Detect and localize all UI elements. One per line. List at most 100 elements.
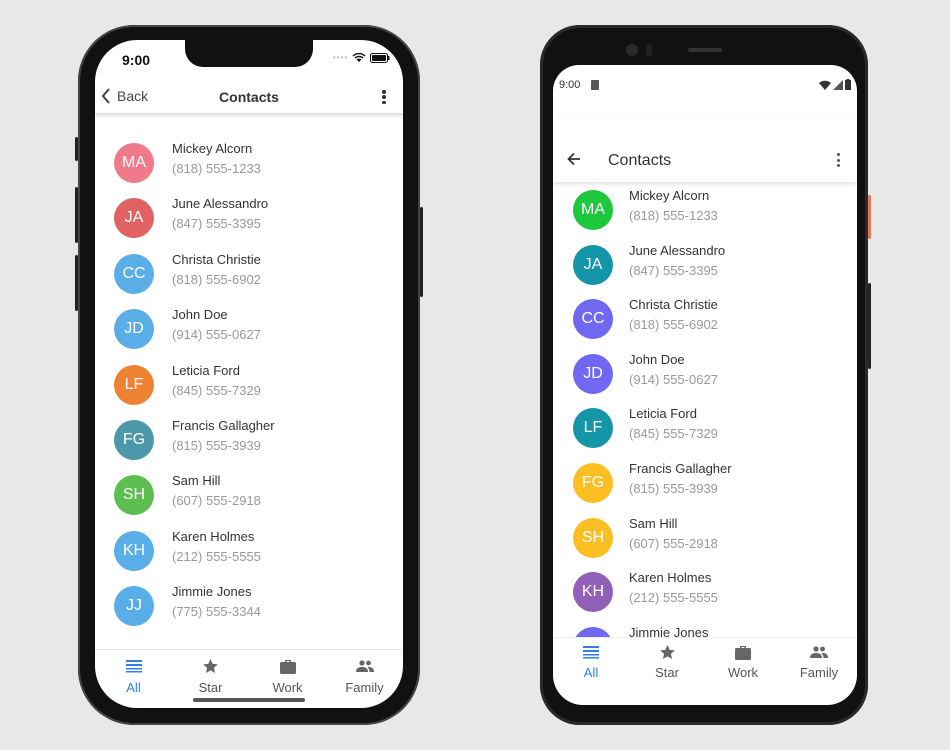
tab-work[interactable]: Work: [249, 658, 326, 695]
tab-label: Family: [799, 665, 839, 680]
list-icon: [583, 644, 599, 660]
contact-list: MA Mickey Alcorn (818) 555-1233 JA June A…: [553, 183, 857, 637]
contact-row[interactable]: JD John Doe (914) 555-0627: [553, 347, 857, 401]
people-icon: [355, 658, 374, 674]
contact-row[interactable]: SH Sam Hill (607) 555-2918: [95, 468, 403, 522]
contact-row[interactable]: KH Karen Holmes (212) 555-5555: [95, 524, 403, 578]
people-icon: [810, 644, 828, 660]
contact-phone: (818) 555-1233: [629, 208, 718, 223]
avatar: SH: [114, 475, 154, 516]
tab-label: Family: [345, 680, 384, 695]
contact-row[interactable]: JJ Jimmie Jones (775) 555-3344: [553, 620, 857, 637]
android-screen: 9:00 Contacts MA Mickey Alcorn (818) 555…: [553, 65, 857, 705]
briefcase-icon: [279, 658, 296, 674]
contact-row[interactable]: CC Christa Christie (818) 555-6902: [95, 247, 403, 301]
avatar: KH: [573, 572, 613, 613]
contact-phone: (212) 555-5555: [172, 548, 261, 564]
avatar: SH: [573, 517, 613, 558]
contact-row[interactable]: JA June Alessandro (847) 555-3395: [553, 238, 857, 292]
avatar: JJ: [114, 586, 154, 627]
avatar: MA: [114, 143, 154, 183]
contact-name: Sam Hill: [629, 515, 678, 531]
wifi-icon: [819, 80, 831, 90]
avatar: LF: [114, 364, 154, 405]
contact-row[interactable]: JJ Jimmie Jones (775) 555-3344: [95, 579, 403, 633]
avatar: FG: [114, 420, 154, 460]
notch: [185, 40, 313, 67]
status-icons: ••••: [333, 52, 390, 63]
contact-phone: (914) 555-0627: [172, 327, 261, 343]
page-title: Contacts: [608, 152, 672, 169]
contact-name: Francis Gallagher: [629, 461, 732, 476]
bottom-navigation: All Star Work Family: [553, 644, 857, 680]
header: Back Contacts: [95, 80, 403, 114]
home-indicator: [193, 698, 305, 702]
contact-phone: (818) 555-6902: [629, 317, 718, 333]
more-menu-button[interactable]: [379, 88, 389, 106]
contact-phone: (607) 555-2918: [629, 535, 718, 551]
avatar: FG: [573, 463, 613, 503]
sd-card-icon: [591, 80, 599, 90]
contact-list: MA Mickey Alcorn (818) 555-1233 JA June A…: [95, 116, 403, 649]
contact-name: Mickey Alcorn: [629, 188, 710, 203]
contact-row[interactable]: MA Mickey Alcorn (818) 555-1233: [553, 183, 857, 237]
contact-row[interactable]: JA June Alessandro (847) 555-3395: [95, 191, 403, 245]
briefcase-icon: [735, 644, 751, 660]
android-phone: 9:00 Contacts MA Mickey Alcorn (818) 555…: [540, 25, 871, 725]
contact-row[interactable]: MA Mickey Alcorn (818) 555-1233: [95, 136, 403, 190]
avatar: KH: [114, 530, 154, 571]
contact-name: Christa Christie: [172, 251, 261, 267]
contact-row[interactable]: FG Francis Gallagher (815) 555-3939: [553, 456, 857, 510]
contact-phone: (847) 555-3395: [172, 216, 261, 232]
tab-family[interactable]: Family: [781, 644, 857, 680]
tab-label: All: [126, 680, 141, 695]
contact-phone: (845) 555-7329: [172, 382, 261, 398]
avatar: JJ: [573, 626, 613, 637]
contact-row[interactable]: SH Sam Hill (607) 555-2918: [553, 511, 857, 565]
contact-name: June Alessandro: [172, 196, 269, 212]
contact-name: Sam Hill: [172, 473, 221, 489]
avatar: JA: [114, 198, 154, 239]
star-icon: [659, 644, 675, 660]
ios-screen: 9:00 •••• Back Contacts MA Mickey Alcorn…: [95, 40, 403, 708]
tab-label: Star: [655, 665, 679, 680]
contact-name: John Doe: [172, 307, 228, 323]
contact-phone: (818) 555-6902: [172, 271, 261, 287]
contact-row[interactable]: CC Christa Christie (818) 555-6902: [553, 292, 857, 346]
tab-all[interactable]: All: [553, 644, 629, 680]
more-menu-button[interactable]: [837, 153, 840, 167]
contact-phone: (845) 555-7329: [629, 426, 718, 442]
avatar: JA: [573, 244, 613, 285]
tab-label: All: [583, 665, 599, 680]
contact-row[interactable]: KH Karen Holmes (212) 555-5555: [553, 565, 857, 619]
contact-name: Karen Holmes: [629, 570, 712, 586]
contact-row[interactable]: FG Francis Gallagher (815) 555-3939: [95, 413, 403, 467]
back-arrow-button[interactable]: [567, 152, 581, 166]
contact-row[interactable]: LF Leticia Ford (845) 555-7329: [553, 401, 857, 455]
page-title: Contacts: [219, 89, 279, 105]
contact-name: Leticia Ford: [172, 362, 240, 378]
avatar: MA: [573, 190, 613, 230]
status-time: 9:00: [122, 52, 151, 68]
contact-phone: (212) 555-5555: [629, 590, 718, 606]
contact-row[interactable]: LF Leticia Ford (845) 555-7329: [95, 358, 403, 412]
contact-name: Jimmie Jones: [172, 584, 252, 600]
status-time: 9:00: [559, 79, 581, 91]
tab-work[interactable]: Work: [705, 644, 781, 680]
tab-star[interactable]: Star: [172, 658, 249, 695]
avatar: CC: [573, 299, 613, 340]
contact-name: John Doe: [629, 351, 685, 367]
contact-row[interactable]: JD John Doe (914) 555-0627: [95, 302, 403, 356]
tab-family[interactable]: Family: [326, 658, 403, 695]
contact-name: Karen Holmes: [172, 528, 255, 544]
avatar: CC: [114, 253, 154, 294]
bottom-tab-bar: All Star Work Family: [95, 658, 403, 695]
tab-star[interactable]: Star: [629, 644, 705, 680]
contact-phone: (818) 555-1233: [172, 161, 261, 176]
battery-icon: [845, 79, 851, 90]
avatar: JD: [114, 309, 154, 350]
contact-phone: (607) 555-2918: [172, 493, 261, 509]
ios-phone: 9:00 •••• Back Contacts MA Mickey Alcorn…: [75, 25, 423, 725]
tab-all[interactable]: All: [95, 658, 172, 695]
tab-label: Work: [272, 680, 303, 695]
